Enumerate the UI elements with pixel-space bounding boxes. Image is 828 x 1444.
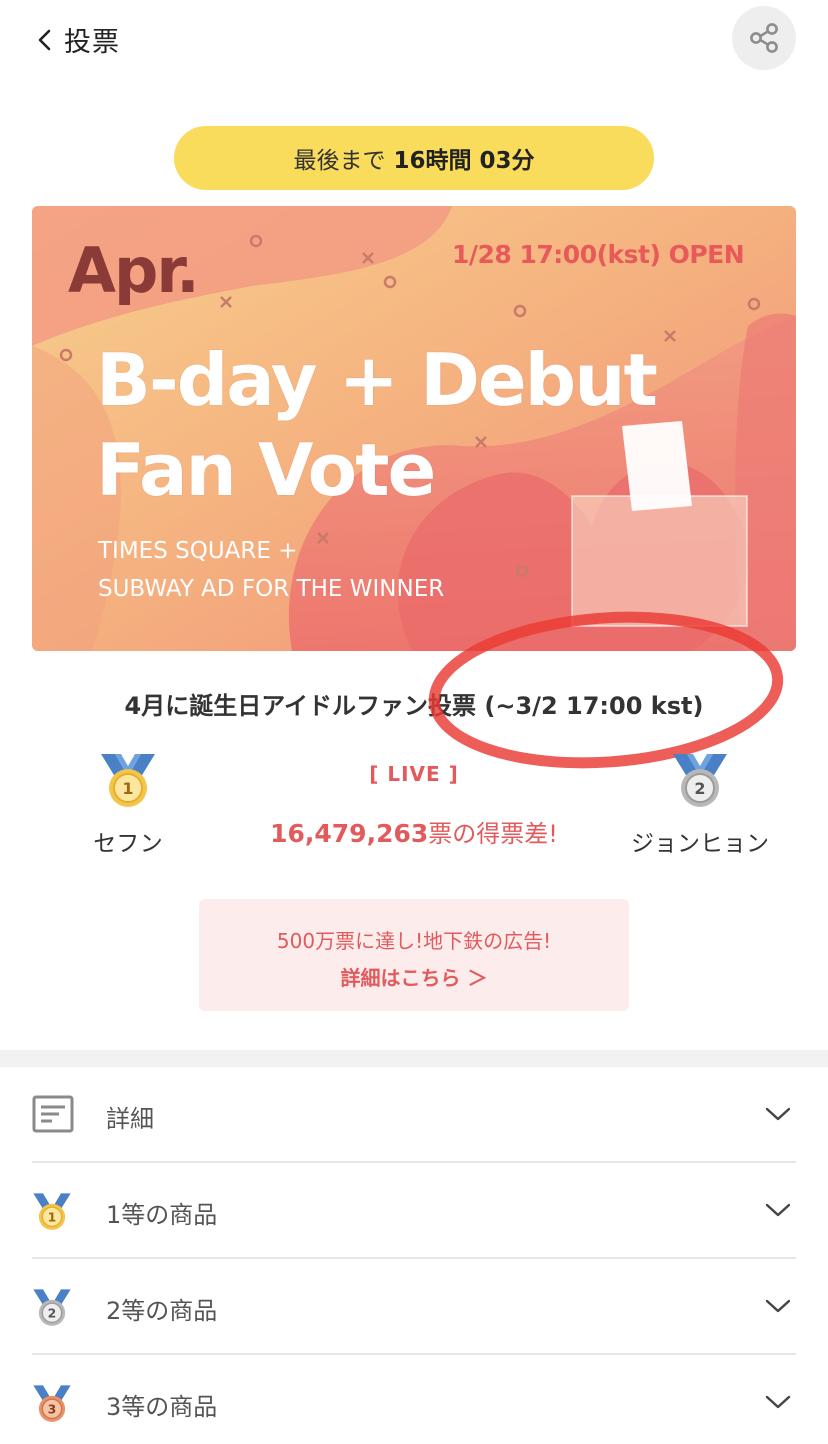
countdown-prefix: 最後まで xyxy=(293,148,386,174)
svg-text:3: 3 xyxy=(48,1402,57,1417)
share-icon xyxy=(750,23,778,53)
accordion-third-prize-label: 3等の商品 xyxy=(106,1393,218,1421)
accordion-first-prize[interactable]: 1 1等の商品 xyxy=(32,1163,796,1259)
notice-line1: 500万票に達し!地下鉄の広告! xyxy=(276,929,552,953)
svg-text:2: 2 xyxy=(48,1306,57,1321)
vote-banner[interactable]: Apr. 1/28 17:00(kst) OPEN B-day + Debut … xyxy=(32,206,796,651)
back-button[interactable]: 投票 xyxy=(34,20,120,59)
accordion-details[interactable]: 詳細 xyxy=(32,1067,796,1163)
banner-subtitle-line2: SUBWAY AD FOR THE WINNER xyxy=(98,576,445,602)
vote-difference-number: 16,479,263 xyxy=(270,819,429,848)
rank-second-name: ジョンヒョン xyxy=(631,831,769,857)
accordion-details-label: 詳細 xyxy=(106,1105,154,1133)
banner-open-time: 1/28 17:00(kst) OPEN xyxy=(452,240,745,269)
bronze-medal-icon: 3 xyxy=(33,1385,71,1422)
accordion-second-prize[interactable]: 2 2等の商品 xyxy=(32,1259,796,1355)
banner-subtitle-line1: TIMES SQUARE + xyxy=(98,538,298,564)
chevron-down-icon xyxy=(765,1395,791,1409)
svg-text:1: 1 xyxy=(48,1210,57,1225)
gold-medal-icon: 1 xyxy=(33,1193,71,1230)
countdown-pill: 最後まで 16時間 03分 xyxy=(174,126,654,190)
vote-title: 4月に誕生日アイドルファン投票 (~3/2 17:00 kst) xyxy=(124,692,704,720)
notice-details-link[interactable]: 詳細はこちら ＞ xyxy=(199,962,629,991)
section-divider xyxy=(0,1050,828,1067)
banner-month: Apr. xyxy=(68,234,200,307)
chevron-left-icon xyxy=(38,29,51,50)
chevron-down-icon xyxy=(765,1107,791,1121)
rank-second: 2 ジョンヒョン xyxy=(620,752,780,858)
silver-medal-icon: 2 xyxy=(673,754,727,807)
subway-ad-notice[interactable]: 500万票に達し!地下鉄の広告! 詳細はこちら ＞ xyxy=(199,899,629,1011)
chevron-down-icon xyxy=(765,1203,791,1217)
accordion-first-prize-label: 1等の商品 xyxy=(106,1201,218,1229)
silver-medal-icon: 2 xyxy=(33,1289,71,1326)
banner-title-line2: Fan Vote xyxy=(96,428,436,512)
accordion-third-prize[interactable]: 3 3等の商品 xyxy=(32,1355,796,1444)
vote-difference-suffix: 票の得票差! xyxy=(428,820,558,848)
accordion-second-prize-label: 2等の商品 xyxy=(106,1297,218,1325)
countdown-time: 16時間 03分 xyxy=(393,148,535,174)
svg-text:2: 2 xyxy=(694,779,705,798)
document-icon xyxy=(32,1095,74,1133)
chevron-down-icon xyxy=(765,1299,791,1313)
header: 投票 xyxy=(0,0,828,80)
page-title: 投票 xyxy=(64,27,120,58)
share-button[interactable] xyxy=(732,6,796,70)
banner-title-line1: B-day + Debut xyxy=(96,338,658,422)
